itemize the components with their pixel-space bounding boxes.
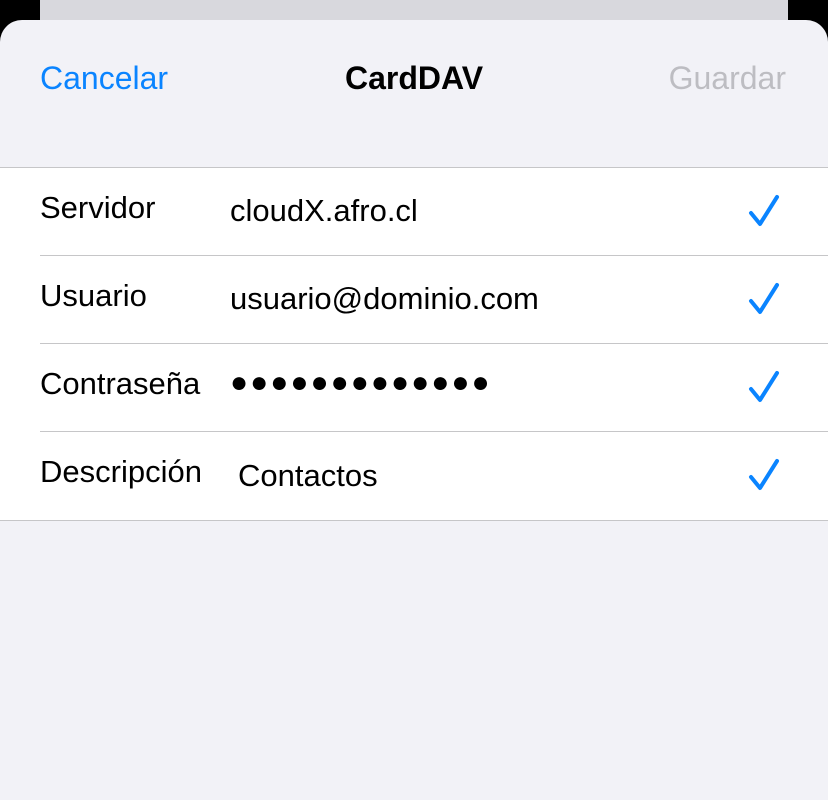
carddav-sheet: Cancelar CardDAV Guardar Servidor cloudX… xyxy=(0,20,828,800)
user-row[interactable]: Usuario usuario@dominio.com xyxy=(40,256,828,344)
password-field[interactable]: ●●●●●●●●●●●●● xyxy=(230,340,492,426)
user-label: Usuario xyxy=(40,278,147,313)
password-row[interactable]: Contraseña ●●●●●●●●●●●●● xyxy=(40,344,828,432)
checkmark-icon xyxy=(749,283,779,314)
server-field[interactable]: cloudX.afro.cl xyxy=(230,168,418,254)
checkmark-icon xyxy=(749,371,779,402)
server-label: Servidor xyxy=(40,190,156,225)
account-form: Servidor cloudX.afro.cl Usuario usuario@… xyxy=(0,167,828,521)
description-row[interactable]: Descripción Contactos xyxy=(40,432,828,520)
password-label: Contraseña xyxy=(40,366,201,401)
save-button[interactable]: Guardar xyxy=(669,58,786,98)
user-field[interactable]: usuario@dominio.com xyxy=(230,256,539,342)
checkmark-icon xyxy=(749,195,779,226)
checkmark-icon xyxy=(749,459,779,490)
description-field[interactable]: Contactos xyxy=(238,433,378,519)
description-label: Descripción xyxy=(40,454,202,489)
navigation-bar: Cancelar CardDAV Guardar xyxy=(0,20,828,132)
server-row[interactable]: Servidor cloudX.afro.cl xyxy=(40,168,828,256)
